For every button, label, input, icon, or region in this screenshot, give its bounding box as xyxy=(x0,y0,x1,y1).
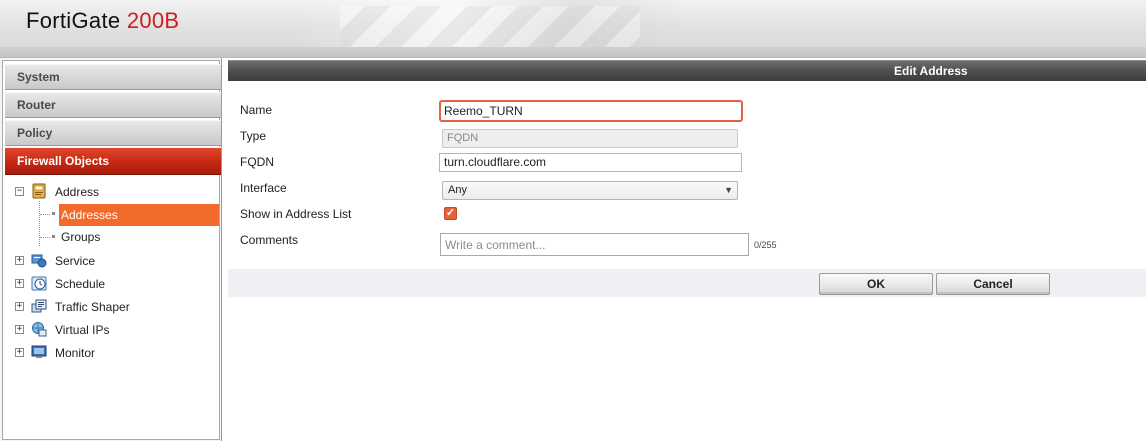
tree-item-addresses[interactable]: Addresses xyxy=(59,204,219,226)
tree-item-traffic-shaper[interactable]: + Traffic Shaper xyxy=(15,297,215,317)
expand-icon[interactable]: + xyxy=(15,348,24,357)
expand-icon[interactable]: + xyxy=(15,256,24,265)
leaf-bullet-icon xyxy=(52,212,55,215)
type-label: Type xyxy=(240,129,267,143)
tree-connector xyxy=(40,214,50,215)
header-pattern xyxy=(340,6,640,48)
tree-label-traffic-shaper: Traffic Shaper xyxy=(55,300,130,314)
menu-system[interactable]: System xyxy=(5,64,221,90)
fqdn-label: FQDN xyxy=(240,155,274,169)
monitor-icon xyxy=(31,344,47,360)
tree-connector xyxy=(39,201,40,246)
ok-button[interactable]: OK xyxy=(819,273,933,295)
menu-firewall-objects[interactable]: Firewall Objects xyxy=(5,147,221,175)
name-field[interactable]: Reemo_TURN xyxy=(439,100,743,122)
menu-router[interactable]: Router xyxy=(5,92,221,118)
sidebar-panel: System Router Policy Firewall Objects − … xyxy=(2,60,221,440)
tree-item-groups[interactable]: Groups xyxy=(61,227,181,247)
leaf-bullet-icon xyxy=(52,235,55,238)
comments-textarea[interactable]: Write a comment... xyxy=(440,233,749,256)
traffic-shaper-icon xyxy=(31,298,47,314)
comments-label: Comments xyxy=(240,233,299,247)
tree-label-monitor: Monitor xyxy=(55,346,96,360)
header-band xyxy=(0,47,1146,57)
address-book-icon xyxy=(31,183,47,199)
model-number: 200B xyxy=(126,8,180,33)
globe-icon xyxy=(31,321,47,337)
sidebar: System Router Policy Firewall Objects − … xyxy=(0,58,222,441)
cancel-button[interactable]: Cancel xyxy=(936,273,1050,295)
tree-item-virtual-ips[interactable]: + Virtual IPs xyxy=(15,320,215,340)
interface-select[interactable]: Any ▼ xyxy=(442,181,738,200)
tree-label-schedule: Schedule xyxy=(55,277,106,291)
name-label: Name xyxy=(240,103,273,117)
show-in-list-label: Show in Address List xyxy=(240,207,352,221)
button-bar: OK Cancel xyxy=(228,269,1146,297)
tree-label-address: Address xyxy=(55,185,100,199)
tree-item-address[interactable]: − Address xyxy=(15,182,215,202)
expand-icon[interactable]: + xyxy=(15,279,24,288)
tree-label-virtual-ips: Virtual IPs xyxy=(55,323,110,337)
edit-address-panel: Edit Address Name Reemo_TURN Type FQDN F… xyxy=(228,58,1146,441)
dropdown-arrow-icon: ▼ xyxy=(724,185,733,195)
tree-label-service: Service xyxy=(55,254,96,268)
collapse-icon[interactable]: − xyxy=(15,187,24,196)
interface-selected-value: Any xyxy=(448,184,467,196)
interface-label: Interface xyxy=(240,181,287,195)
clock-icon xyxy=(31,275,47,291)
tree-item-schedule[interactable]: + Schedule xyxy=(15,274,215,294)
tree-item-service[interactable]: + Service xyxy=(15,251,215,271)
menu-policy[interactable]: Policy xyxy=(5,120,221,146)
service-icon xyxy=(31,252,47,268)
type-field: FQDN xyxy=(442,129,738,148)
dialog-title: Edit Address xyxy=(228,60,1146,81)
brand-name: FortiGate xyxy=(26,8,121,33)
comment-counter: 0/255 xyxy=(754,240,777,250)
app-header: FortiGate 200B xyxy=(0,0,1146,58)
fqdn-field[interactable]: turn.cloudflare.com xyxy=(439,153,742,172)
expand-icon[interactable]: + xyxy=(15,325,24,334)
product-logo: FortiGate 200B xyxy=(26,8,179,34)
expand-icon[interactable]: + xyxy=(15,302,24,311)
show-in-list-checkbox[interactable]: ✓ xyxy=(444,207,457,220)
tree-connector xyxy=(40,237,50,238)
tree-item-monitor[interactable]: + Monitor xyxy=(15,343,215,363)
